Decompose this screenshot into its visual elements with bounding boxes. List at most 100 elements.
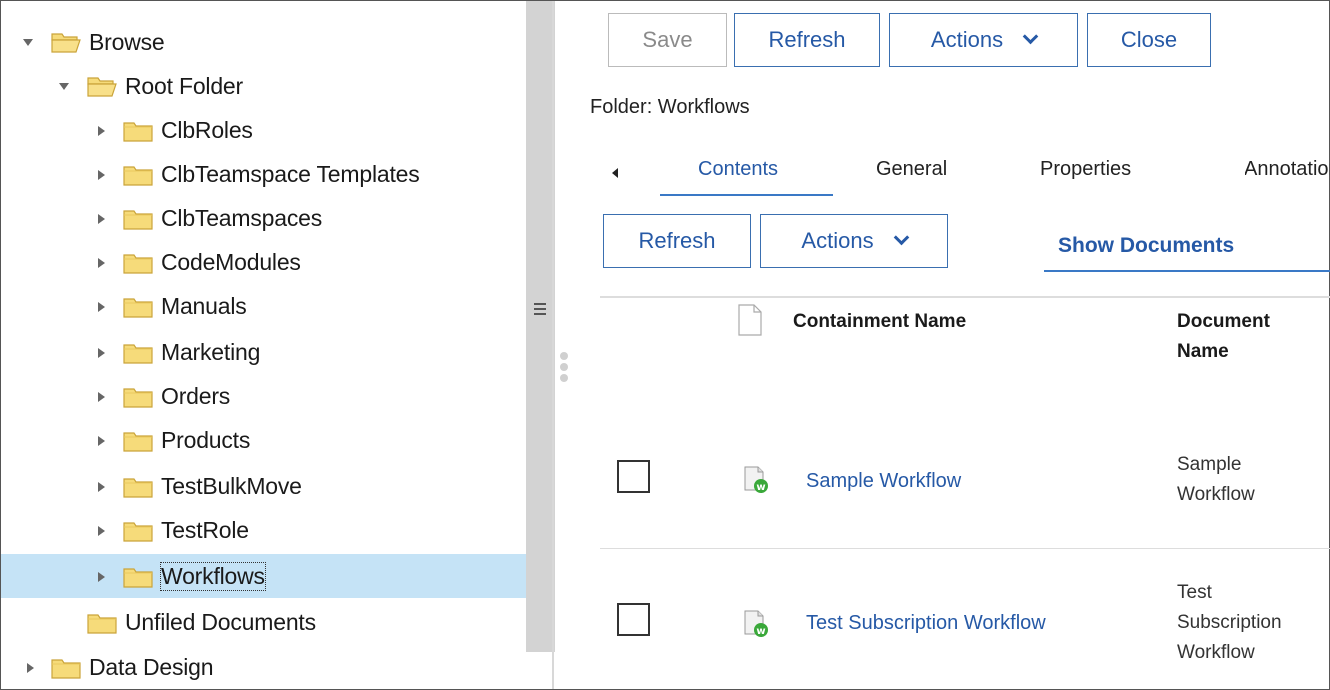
tree-item-label: Browse	[89, 28, 165, 55]
scroll-left-icon[interactable]	[612, 168, 618, 178]
tree-item-label: ClbTeamspaces	[161, 204, 323, 231]
row-divider	[600, 548, 1330, 549]
tree-item-label: Products	[161, 426, 251, 453]
folder-icon	[87, 612, 117, 634]
tab-bar: Contents General Properties	[590, 150, 1330, 198]
tree-item-browse[interactable]: Browse	[1, 20, 526, 64]
collapse-arrow-icon[interactable]	[98, 258, 105, 268]
folder-icon	[123, 566, 153, 588]
expand-arrow-icon[interactable]	[23, 39, 33, 46]
cell-line: Subscription	[1177, 612, 1282, 633]
folder-path-label: Folder: Workflows	[590, 96, 750, 118]
actions-dropdown-button[interactable]: Actions	[889, 13, 1078, 67]
tree-item-label: ClbTeamspace Templates	[161, 160, 420, 187]
tab-annotations[interactable]: Annotations	[1245, 158, 1330, 181]
collapse-arrow-icon[interactable]	[98, 392, 105, 402]
tree-item-clbteamspace-templates[interactable]: ClbTeamspace Templates	[1, 152, 526, 196]
column-header-containment-name[interactable]: Containment Name	[793, 307, 966, 337]
header-line: Document	[1177, 311, 1270, 332]
tree-item-orders[interactable]: Orders	[1, 374, 526, 418]
row-checkbox[interactable]	[617, 603, 650, 636]
close-button[interactable]: Close	[1087, 13, 1211, 67]
collapse-arrow-icon[interactable]	[98, 436, 105, 446]
splitter-bar[interactable]	[526, 1, 555, 652]
document-name-cell: Test Subscription Workflow	[1177, 578, 1282, 668]
folder-icon	[123, 252, 153, 274]
folder-icon	[123, 476, 153, 498]
tree-item-clbteamspaces[interactable]: ClbTeamspaces	[1, 196, 526, 240]
cell-line: Test	[1177, 582, 1212, 603]
column-header-document-name[interactable]: Document Name	[1177, 307, 1270, 367]
workflow-document-icon	[742, 610, 770, 638]
actions-label: Actions	[930, 27, 1004, 52]
row-checkbox[interactable]	[617, 460, 650, 493]
header-line: Name	[1177, 341, 1229, 362]
show-documents-select[interactable]: Show Documents	[1044, 222, 1330, 272]
folder-icon	[51, 657, 81, 679]
cell-line: Workflow	[1177, 642, 1255, 663]
chevron-down-icon	[1022, 28, 1039, 44]
folder-icon	[123, 164, 153, 186]
tree-item-codemodules[interactable]: CodeModules	[1, 240, 526, 284]
tree-item-clbroles[interactable]: ClbRoles	[1, 108, 526, 152]
tree-item-label: Data Design	[89, 653, 214, 680]
collapse-arrow-icon[interactable]	[98, 348, 105, 358]
tree-item-label: Unfiled Documents	[125, 608, 316, 635]
divider	[552, 1, 554, 689]
folder-icon	[123, 386, 153, 408]
contents-refresh-button[interactable]: Refresh	[603, 214, 751, 268]
cell-line: Workflow	[1177, 484, 1255, 505]
collapse-arrow-icon[interactable]	[98, 482, 105, 492]
tree-item-label: TestRole	[161, 516, 249, 543]
collapse-arrow-icon[interactable]	[98, 214, 105, 224]
tree-item-label: Manuals	[161, 292, 247, 319]
folder-icon	[123, 296, 153, 318]
collapse-arrow-icon[interactable]	[98, 170, 105, 180]
collapse-arrow-icon[interactable]	[98, 526, 105, 536]
menu-icon[interactable]	[534, 303, 546, 318]
collapse-arrow-icon[interactable]	[27, 663, 34, 673]
containment-name-link[interactable]: Test Subscription Workflow	[806, 612, 1046, 635]
save-button[interactable]: Save	[608, 13, 727, 67]
document-name-cell: Sample Workflow	[1177, 450, 1255, 510]
tree-item-label: CodeModules	[161, 248, 301, 275]
collapse-arrow-icon[interactable]	[98, 572, 105, 582]
workflow-document-icon	[742, 466, 770, 494]
expand-arrow-icon[interactable]	[59, 83, 69, 90]
tree-item-products[interactable]: Products	[1, 418, 526, 462]
actions-label: Actions	[801, 228, 874, 253]
tree-item-label: TestBulkMove	[161, 472, 302, 499]
tree-item-testbulkmove[interactable]: TestBulkMove	[1, 464, 526, 508]
contents-actions-dropdown-button[interactable]: Actions	[760, 214, 948, 268]
tree-item-manuals[interactable]: Manuals	[1, 284, 526, 328]
collapse-arrow-icon[interactable]	[98, 302, 105, 312]
tree-item-marketing[interactable]: Marketing	[1, 330, 526, 374]
drag-handle-icon[interactable]	[560, 352, 568, 385]
tree-item-label: Root Folder	[125, 72, 243, 99]
tree-item-unfiled-documents[interactable]: Unfiled Documents	[1, 600, 526, 644]
document-icon	[738, 304, 762, 336]
tree-item-data-design[interactable]: Data Design	[1, 645, 526, 689]
tree-item-label: Marketing	[161, 338, 261, 365]
tree-item-root-folder[interactable]: Root Folder	[1, 64, 526, 108]
tree-item-testrole[interactable]: TestRole	[1, 508, 526, 552]
chevron-down-icon	[893, 229, 909, 245]
tree-item-workflows[interactable]: Workflows	[1, 554, 526, 598]
tree-item-label: Orders	[161, 382, 231, 409]
tab-contents[interactable]: Contents	[698, 158, 778, 181]
folder-tree: Browse Root Folder ClbRoles ClbTeamspace…	[1, 1, 526, 689]
open-folder-icon	[51, 31, 81, 53]
folder-icon	[123, 120, 153, 142]
tab-properties[interactable]: Properties	[1040, 158, 1131, 181]
folder-icon	[123, 342, 153, 364]
tab-clip: Annotations	[1245, 150, 1330, 198]
tree-item-label: Workflows	[160, 561, 266, 591]
open-folder-icon	[87, 75, 117, 97]
refresh-button[interactable]: Refresh	[734, 13, 880, 67]
containment-name-link[interactable]: Sample Workflow	[806, 470, 961, 493]
active-tab-indicator	[660, 194, 833, 196]
table-header-border	[600, 296, 1330, 298]
collapse-arrow-icon[interactable]	[98, 126, 105, 136]
tree-item-label: ClbRoles	[161, 116, 253, 143]
tab-general[interactable]: General	[876, 158, 947, 181]
